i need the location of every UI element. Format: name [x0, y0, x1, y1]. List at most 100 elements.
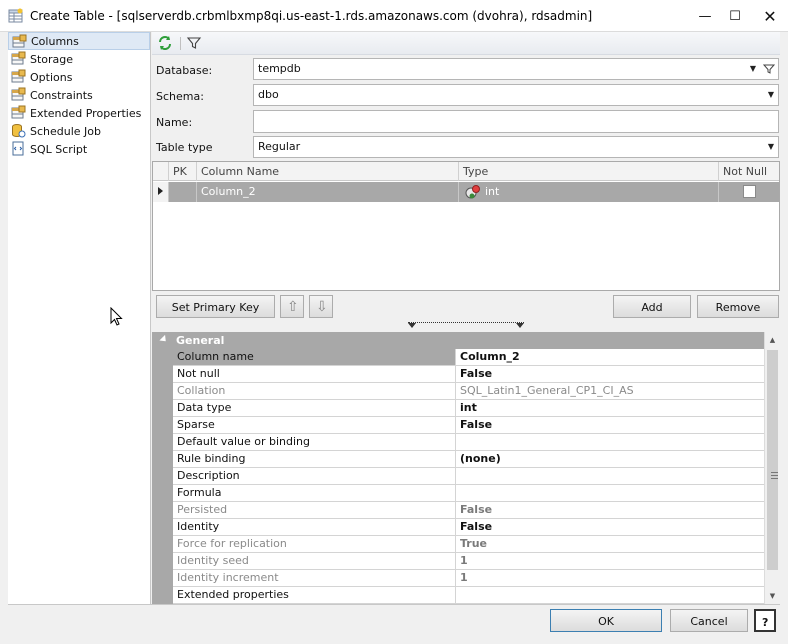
title-bar: Create Table - [sqlserverdb.crbmlbxmp8qi…: [0, 0, 788, 32]
property-value: SQL_Latin1_General_CP1_CI_AS: [460, 384, 634, 397]
property-scrollbar[interactable]: ▲ ▼: [764, 332, 780, 604]
property-value[interactable]: int: [457, 400, 763, 416]
table-properties-icon: [11, 51, 26, 65]
minimize-button[interactable]: —: [690, 0, 720, 32]
scroll-down-icon[interactable]: ▼: [765, 588, 780, 604]
chevron-down-icon[interactable]: ▼: [768, 85, 774, 105]
property-name: Data type: [173, 400, 456, 416]
move-down-button[interactable]: ⇩: [309, 295, 333, 318]
sidebar-item-label: Options: [30, 70, 73, 84]
filter-icon[interactable]: [186, 35, 202, 51]
property-row[interactable]: Sparse False: [173, 417, 764, 434]
property-value: 1: [460, 554, 468, 567]
not-null-checkbox[interactable]: [743, 185, 756, 198]
type-cell[interactable]: int: [459, 182, 719, 202]
database-combo[interactable]: tempdb ▼: [253, 58, 779, 80]
database-job-icon: [12, 124, 26, 138]
property-value: 1: [460, 571, 468, 584]
property-name: Sparse: [173, 417, 456, 433]
property-value[interactable]: False: [457, 366, 763, 382]
property-value[interactable]: Column_2: [457, 349, 763, 365]
sidebar-item-extended-properties[interactable]: Extended Properties: [8, 104, 150, 122]
property-name: Formula: [173, 485, 456, 501]
table-row[interactable]: Column_2 int: [153, 182, 779, 202]
name-input[interactable]: [253, 110, 779, 133]
script-icon: [12, 141, 24, 156]
create-table-icon: [8, 8, 23, 23]
property-value[interactable]: False: [457, 519, 763, 535]
property-value[interactable]: False: [457, 417, 763, 433]
sidebar-item-storage[interactable]: Storage: [8, 50, 150, 68]
sidebar-item-options[interactable]: Options: [8, 68, 150, 86]
column-name-cell[interactable]: Column_2: [197, 182, 459, 202]
property-value: True: [460, 537, 488, 550]
help-button[interactable]: ?: [754, 609, 776, 632]
table-properties-icon: [11, 105, 26, 119]
property-row[interactable]: Default value or binding: [173, 434, 764, 451]
column-header-column-name[interactable]: Column Name: [197, 162, 459, 181]
property-row[interactable]: Not null False: [173, 366, 764, 383]
property-row[interactable]: Extended properties: [173, 587, 764, 604]
filter-icon[interactable]: [763, 63, 775, 75]
row-selector[interactable]: [153, 182, 169, 202]
property-value[interactable]: [457, 434, 763, 450]
footer-divider: [8, 604, 780, 605]
property-name: Identity seed: [173, 553, 456, 569]
property-name: Force for replication: [173, 536, 456, 552]
not-null-cell[interactable]: [719, 182, 779, 202]
schema-combo[interactable]: dbo ▼: [253, 84, 779, 106]
maximize-button[interactable]: ☐: [720, 0, 750, 32]
property-name: Identity: [173, 519, 456, 535]
property-group-general[interactable]: General: [152, 332, 764, 349]
property-row: Collation SQL_Latin1_General_CP1_CI_AS: [173, 383, 764, 400]
property-row[interactable]: Rule binding (none): [173, 451, 764, 468]
refresh-icon[interactable]: [157, 35, 173, 51]
pk-cell[interactable]: [169, 182, 197, 202]
sidebar-item-columns[interactable]: Columns: [8, 32, 150, 50]
property-name: Persisted: [173, 502, 456, 518]
sidebar-item-sql-script[interactable]: SQL Script: [8, 140, 150, 158]
ok-button[interactable]: OK: [550, 609, 662, 632]
panel-splitter[interactable]: [408, 322, 524, 328]
property-value[interactable]: [457, 485, 763, 501]
sidebar-item-schedule-job[interactable]: Schedule Job: [8, 122, 150, 140]
window-title: Create Table - [sqlserverdb.crbmlbxmp8qi…: [30, 9, 593, 23]
property-row[interactable]: Identity False: [173, 519, 764, 536]
cancel-button[interactable]: Cancel: [670, 609, 748, 632]
property-row: Persisted False: [173, 502, 764, 519]
chevron-down-icon[interactable]: ▼: [768, 137, 774, 157]
toolbar-separator: [180, 37, 181, 50]
property-value: False: [460, 503, 493, 516]
property-value[interactable]: [457, 468, 763, 484]
property-row[interactable]: Description: [173, 468, 764, 485]
property-row[interactable]: Formula: [173, 485, 764, 502]
property-value[interactable]: [457, 587, 763, 603]
remove-button[interactable]: Remove: [697, 295, 779, 318]
name-label: Name:: [156, 116, 193, 129]
move-up-button[interactable]: ⇧: [280, 295, 304, 318]
column-header-not-null[interactable]: Not Null: [719, 162, 779, 181]
chevron-down-icon[interactable]: ▼: [750, 59, 756, 79]
column-header-pk[interactable]: PK: [169, 162, 197, 181]
property-name: Not null: [173, 366, 456, 382]
table-properties-icon: [12, 34, 27, 48]
scrollbar-thumb[interactable]: [767, 350, 778, 570]
property-name: Collation: [173, 383, 456, 399]
sidebar-item-constraints[interactable]: Constraints: [8, 86, 150, 104]
collapse-icon[interactable]: [159, 334, 169, 345]
property-row[interactable]: Column name Column_2: [173, 349, 764, 366]
schema-label: Schema:: [156, 90, 204, 103]
table-type-label: Table type: [156, 141, 213, 154]
table-properties-icon: [11, 69, 26, 83]
property-name: Extended properties: [173, 587, 456, 603]
column-header-type[interactable]: Type: [459, 162, 719, 181]
property-row[interactable]: Data type int: [173, 400, 764, 417]
property-value[interactable]: (none): [457, 451, 763, 467]
close-button[interactable]: ✕: [752, 0, 788, 32]
scroll-up-icon[interactable]: ▲: [765, 332, 780, 348]
set-primary-key-button[interactable]: Set Primary Key: [156, 295, 275, 318]
add-button[interactable]: Add: [613, 295, 691, 318]
table-type-combo[interactable]: Regular ▼: [253, 136, 779, 158]
sidebar-item-label: Storage: [30, 52, 74, 66]
table-properties-icon: [11, 87, 26, 101]
